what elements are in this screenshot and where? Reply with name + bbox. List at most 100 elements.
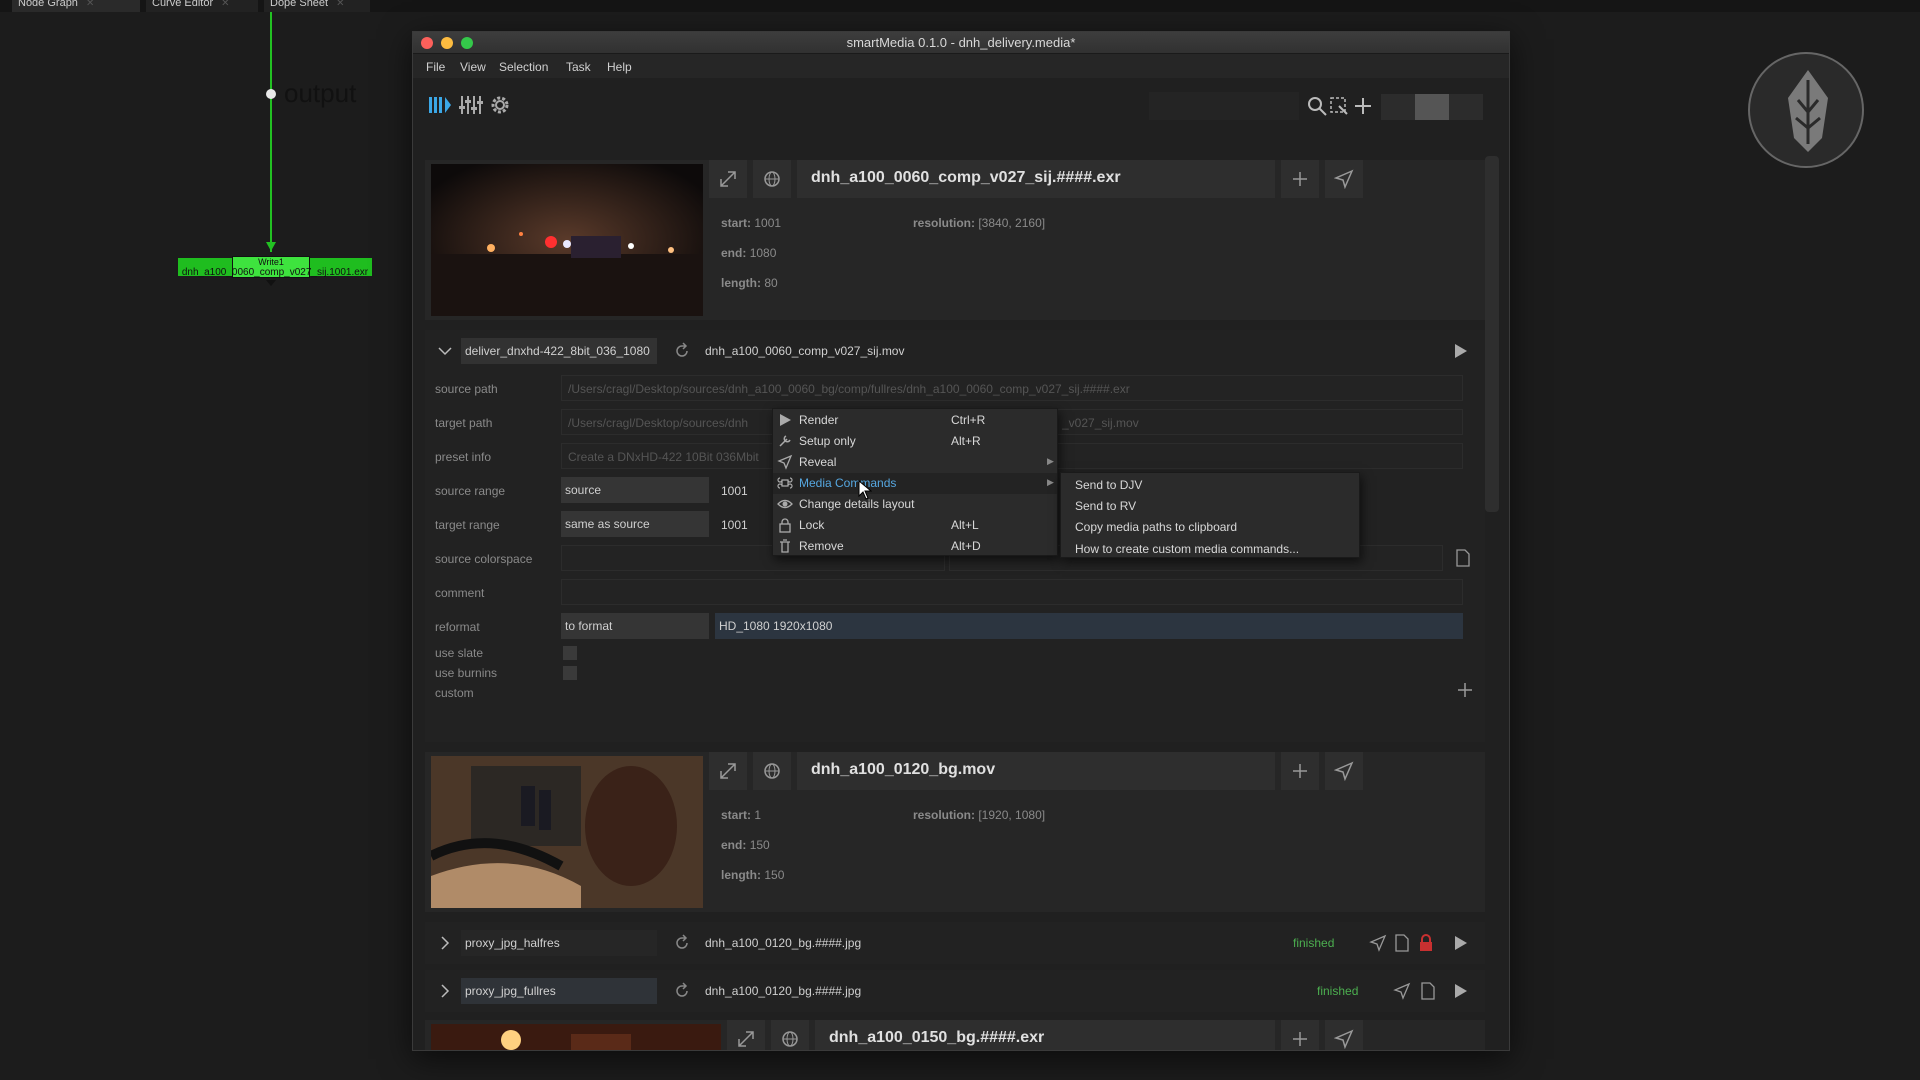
- submenu-item-copy-media-paths[interactable]: Copy media paths to clipboard: [1075, 520, 1237, 534]
- label-target-path: target path: [435, 416, 493, 430]
- menu-view[interactable]: View: [460, 60, 486, 74]
- task-row: proxy_jpg_halfres dnh_a100_0120_bg.####.…: [425, 922, 1485, 964]
- menu-item-render[interactable]: Render Ctrl+R: [773, 410, 1057, 431]
- preset-selector[interactable]: proxy_jpg_halfres: [461, 930, 657, 956]
- play-icon[interactable]: [1451, 982, 1469, 1000]
- source-range-start[interactable]: 1001: [721, 484, 748, 498]
- chevron-right-icon[interactable]: [437, 983, 453, 999]
- preset-selector[interactable]: proxy_jpg_fullres: [461, 978, 657, 1004]
- play-icon[interactable]: [1451, 342, 1469, 360]
- add-custom-icon[interactable]: [1455, 680, 1475, 700]
- target-range-select[interactable]: same as source: [561, 511, 709, 537]
- media-end: end: 1080: [721, 246, 777, 260]
- target-range-start[interactable]: 1001: [721, 518, 748, 532]
- app-logo-icon: [1748, 52, 1864, 168]
- tab-dope-sheet[interactable]: Dope Sheet ✕: [264, 0, 370, 12]
- mouse-cursor-icon: [858, 480, 872, 500]
- submenu-item-custom-commands-help[interactable]: How to create custom media commands...: [1075, 542, 1299, 556]
- add-task-button[interactable]: [1281, 752, 1319, 790]
- globe-icon: [782, 1031, 798, 1047]
- menu-selection[interactable]: Selection: [499, 60, 548, 74]
- label-reformat: reformat: [435, 620, 480, 634]
- refresh-icon[interactable]: [673, 982, 691, 1000]
- menu-item-media-commands[interactable]: Media Commands ▶: [773, 473, 1057, 494]
- refresh-icon[interactable]: [673, 342, 691, 360]
- sliders-icon[interactable]: [457, 92, 483, 118]
- view-toggle-middle[interactable]: [1415, 94, 1449, 120]
- comment-field[interactable]: [561, 579, 1463, 605]
- preset-selector[interactable]: deliver_dnxhd-422_8bit_036_1080: [461, 338, 657, 364]
- refresh-icon[interactable]: [673, 934, 691, 952]
- add-icon[interactable]: [1351, 94, 1375, 118]
- label-use-slate: use slate: [435, 646, 484, 660]
- status-badge: finished: [1293, 936, 1335, 950]
- play-icon[interactable]: [1451, 934, 1469, 952]
- send-button[interactable]: [1325, 160, 1363, 198]
- search-icon[interactable]: [1305, 94, 1329, 118]
- title-bar: smartMedia 0.1.0 - dnh_delivery.media*: [413, 32, 1509, 54]
- menu-file[interactable]: File: [426, 60, 445, 74]
- media-name-bar: dnh_a100_0120_bg.mov: [797, 752, 1275, 790]
- label-preset-info: preset info: [435, 450, 492, 464]
- add-task-button[interactable]: [1281, 160, 1319, 198]
- send-icon[interactable]: [1369, 934, 1387, 952]
- reformat-select[interactable]: to format: [561, 613, 709, 639]
- open-external-button[interactable]: [709, 752, 747, 790]
- expand-icon: [738, 1031, 754, 1047]
- send-icon: [1334, 761, 1354, 781]
- source-path-field[interactable]: /Users/cragl/Desktop/sources/dnh_a100_00…: [561, 375, 1463, 401]
- colorspace-button[interactable]: [771, 1020, 809, 1050]
- menu-task[interactable]: Task: [566, 60, 591, 74]
- view-toggle-left[interactable]: [1381, 94, 1415, 120]
- menu-item-reveal[interactable]: Reveal ▶: [773, 452, 1057, 473]
- chevron-down-icon[interactable]: [437, 343, 453, 359]
- colorspace-button[interactable]: [753, 160, 791, 198]
- colorspace-button[interactable]: [753, 752, 791, 790]
- tab-node-graph[interactable]: Node Graph ✕: [12, 0, 140, 12]
- media-card: dnh_a100_0060_comp_v027_sij.####.exr sta…: [425, 160, 1485, 320]
- menu-help[interactable]: Help: [607, 60, 632, 74]
- play-icon: [780, 414, 791, 426]
- lock-icon[interactable]: [1417, 934, 1435, 952]
- media-length: length: 150: [721, 868, 785, 882]
- media-list-icon[interactable]: [427, 92, 453, 118]
- media-name-bar: dnh_a100_0150_bg.####.exr: [815, 1020, 1275, 1050]
- use-slate-checkbox[interactable]: [563, 646, 577, 660]
- window-title: smartMedia 0.1.0 - dnh_delivery.media*: [846, 35, 1076, 50]
- chevron-right-icon[interactable]: [437, 935, 453, 951]
- file-icon[interactable]: [1419, 982, 1437, 1000]
- view-toggle-right[interactable]: [1449, 94, 1483, 120]
- reformat-format-select[interactable]: HD_1080 1920x1080: [715, 613, 1463, 639]
- write-node-label: dnh_a100_0060_comp_v027_sij.1001.exr: [181, 267, 369, 278]
- use-burnins-checkbox[interactable]: [563, 666, 577, 680]
- gear-icon[interactable]: [487, 92, 513, 118]
- menu-item-change-details-layout[interactable]: Change details layout: [773, 494, 1057, 515]
- file-icon[interactable]: [1393, 934, 1411, 952]
- file-icon[interactable]: [1455, 549, 1471, 567]
- select-icon[interactable]: [1327, 94, 1351, 118]
- label-source-colorspace: source colorspace: [435, 552, 533, 566]
- submenu-item-send-to-djv[interactable]: Send to DJV: [1075, 478, 1142, 492]
- submenu-item-send-to-rv[interactable]: Send to RV: [1075, 499, 1136, 513]
- label-use-burnins: use burnins: [435, 666, 498, 680]
- add-task-button[interactable]: [1281, 1020, 1319, 1050]
- open-external-button[interactable]: [709, 160, 747, 198]
- expand-icon: [720, 763, 736, 779]
- media-name-bar: dnh_a100_0060_comp_v027_sij.####.exr: [797, 160, 1275, 198]
- output-label: output: [284, 78, 357, 108]
- menu-item-setup-only[interactable]: Setup only Alt+R: [773, 431, 1057, 452]
- source-range-select[interactable]: source: [561, 477, 709, 503]
- open-external-button[interactable]: [727, 1020, 765, 1050]
- menu-item-lock[interactable]: Lock Alt+L: [773, 515, 1057, 536]
- search-input[interactable]: [1149, 92, 1299, 120]
- media-thumbnail: [431, 164, 703, 316]
- output-dot[interactable]: [266, 89, 276, 99]
- media-thumbnail: [431, 756, 703, 908]
- menu-item-remove[interactable]: Remove Alt+D: [773, 536, 1057, 557]
- task-row: deliver_dnxhd-422_8bit_036_1080 dnh_a100…: [425, 330, 1485, 372]
- send-icon[interactable]: [1393, 982, 1411, 1000]
- tab-curve-editor[interactable]: Curve Editor ✕: [146, 0, 258, 12]
- label-source-path: source path: [435, 382, 498, 396]
- send-button[interactable]: [1325, 1020, 1363, 1050]
- send-button[interactable]: [1325, 752, 1363, 790]
